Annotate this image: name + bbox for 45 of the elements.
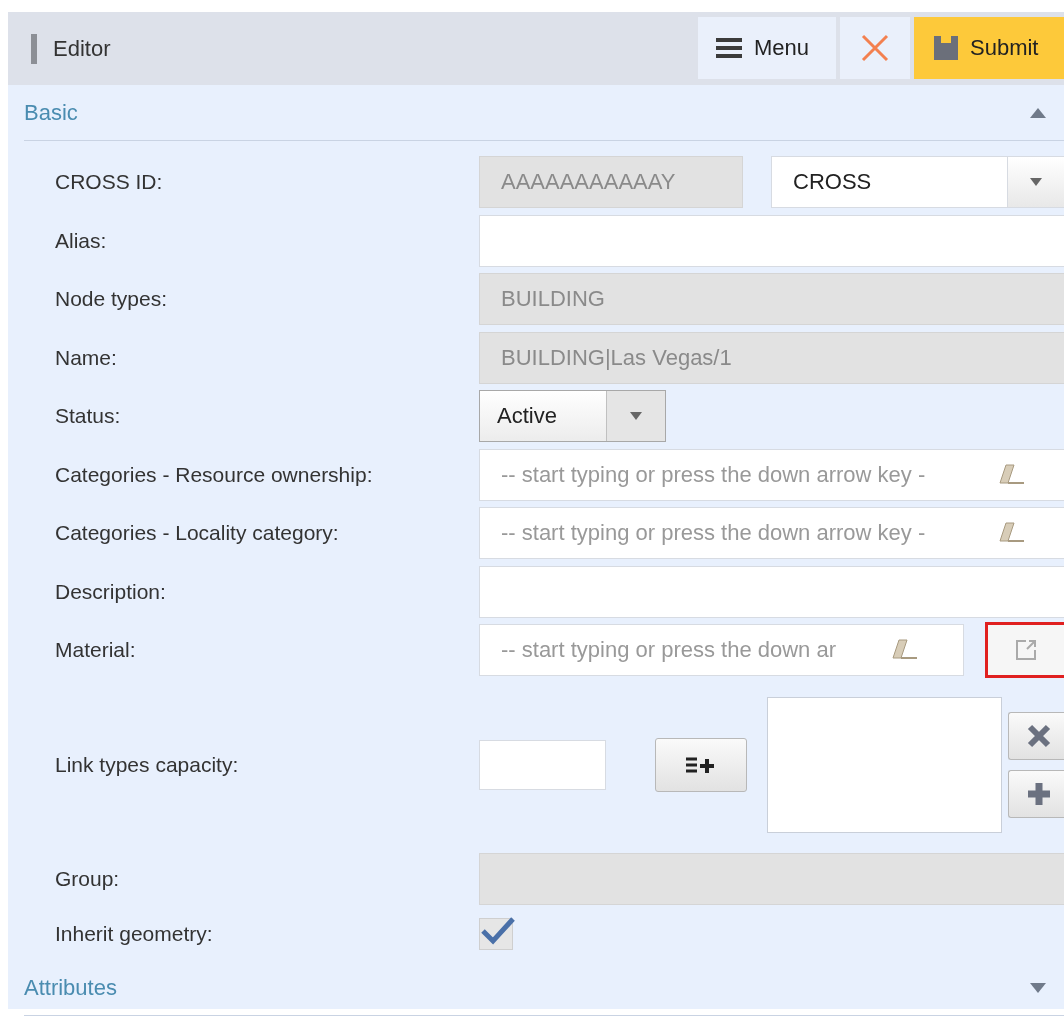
field-label: CROSS ID: — [54, 170, 164, 195]
editor-title: Editor — [53, 35, 112, 62]
menu-button[interactable]: Menu — [698, 17, 836, 79]
readonly-field: BUILDING|Las Vegas/1 — [479, 331, 1064, 384]
field-label: Node types: — [54, 287, 169, 312]
close-icon — [1026, 723, 1051, 748]
title-bar-icon — [31, 33, 37, 64]
input-field[interactable] — [479, 214, 1064, 267]
export-icon — [1014, 638, 1038, 663]
close-icon — [861, 34, 889, 62]
autocomplete-field[interactable]: -- start typing or press the down arrow key - — [479, 507, 1064, 560]
field-label: Alias: — [54, 228, 108, 253]
field-label: Group: — [54, 866, 121, 891]
checkbox[interactable] — [479, 918, 513, 950]
field-label: Description: — [54, 579, 167, 604]
save-icon — [934, 36, 958, 60]
autocomplete-field[interactable]: -- start typing or press the down ar — [479, 624, 964, 677]
status-select[interactable]: Active — [479, 390, 666, 443]
field-label: Categories - Locality category: — [54, 521, 340, 546]
remove-button[interactable] — [1008, 711, 1064, 760]
submit-button[interactable]: Submit — [914, 17, 1064, 79]
field-label: Inherit geometry: — [54, 922, 214, 946]
field-label: Categories - Resource ownership: — [54, 462, 374, 487]
field-label: Name: — [54, 345, 118, 370]
id-field: AAAAAAAAAAAY — [479, 156, 743, 209]
type-select[interactable]: CROSS — [771, 156, 1064, 209]
autocomplete-field[interactable]: -- start typing or press the down arrow key - — [479, 448, 1064, 501]
dropdown-icon — [630, 412, 642, 421]
menu-icon — [716, 37, 742, 59]
list-add-icon — [686, 755, 716, 774]
field-label: Status: — [54, 404, 122, 429]
close-button[interactable] — [840, 17, 910, 79]
plus-icon — [1026, 781, 1051, 806]
add-list-button[interactable] — [655, 737, 747, 792]
field-label: Link types capacity: — [54, 752, 240, 777]
dropdown-icon — [1030, 178, 1042, 187]
field-label: Material: — [54, 638, 137, 663]
add-button[interactable] — [1008, 769, 1064, 818]
input-field[interactable] — [479, 565, 1064, 618]
input-field[interactable] — [479, 739, 606, 790]
eraser-icon — [998, 462, 1024, 487]
open-button[interactable] — [985, 622, 1064, 679]
collapse-icon — [1030, 107, 1046, 118]
readonly-field: BUILDING — [479, 273, 1064, 326]
collapse-icon — [1030, 982, 1046, 993]
